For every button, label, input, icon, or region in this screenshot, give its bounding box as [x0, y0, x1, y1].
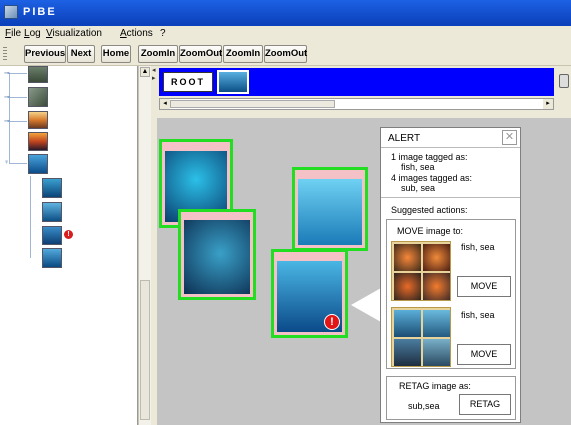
tree-node-thumbnail[interactable]: [28, 87, 48, 107]
alert-badge-icon[interactable]: !: [324, 314, 340, 330]
navigator-hscrollbar[interactable]: ◂ ▸: [159, 98, 554, 110]
image-card[interactable]: [178, 209, 256, 300]
previous-button[interactable]: Previous: [24, 45, 66, 63]
summary-tags-1: fish, sea: [401, 162, 435, 172]
divider: [381, 197, 520, 198]
move-button[interactable]: MOVE: [457, 276, 511, 297]
tree-connector: [9, 73, 27, 74]
collapse-left-icon[interactable]: ◂: [152, 67, 156, 74]
menu-visualization[interactable]: Visualization: [46, 28, 102, 39]
breadcrumb-strip: ROOT: [159, 68, 554, 96]
image-card[interactable]: [292, 167, 368, 251]
root-tab[interactable]: ROOT: [163, 72, 213, 92]
tree-connector: [9, 97, 27, 98]
trash-icon[interactable]: [559, 74, 569, 88]
tree-node-thumbnail[interactable]: [42, 248, 62, 268]
menu-log[interactable]: Log: [24, 28, 41, 39]
scroll-right-icon[interactable]: ▸: [543, 99, 553, 109]
move-section: MOVE image to: fish, sea MOVE fish, sea …: [386, 219, 516, 369]
move-label: MOVE image to:: [397, 226, 464, 236]
tree-node-thumbnail[interactable]: [28, 154, 48, 174]
tree-node-thumbnail[interactable]: [42, 178, 62, 198]
alert-dialog: ALERT ✕ 1 image tagged as: fish, sea 4 i…: [380, 127, 521, 423]
fish-sea-cluster-thumbnail[interactable]: [391, 241, 451, 301]
tree-scroll-thumb[interactable]: [140, 280, 150, 420]
tree-toggle-icon[interactable]: ⊸: [4, 117, 10, 125]
zoom-in-button-2[interactable]: ZoomIn: [223, 45, 263, 63]
home-button[interactable]: Home: [101, 45, 131, 63]
menu-file[interactable]: File: [5, 28, 21, 39]
toolbar: Previous Next Home ZoomIn ZoomOut ZoomIn…: [0, 42, 571, 66]
tree-toggle-icon[interactable]: ♀: [4, 159, 9, 166]
zoom-in-button[interactable]: ZoomIn: [138, 45, 178, 63]
trash-panel: [556, 66, 571, 118]
navigator-hscroll-thumb[interactable]: [170, 100, 335, 108]
tree-node-thumbnail[interactable]: [28, 66, 48, 83]
fish-sea-cluster-thumbnail[interactable]: [391, 307, 451, 367]
retag-value: sub,sea: [408, 401, 440, 411]
alert-pointer: [351, 288, 381, 322]
collapse-right-icon[interactable]: ▸: [152, 75, 156, 82]
tree-scrollbar[interactable]: ▲: [138, 66, 151, 425]
zoom-out-button[interactable]: ZoomOut: [179, 45, 222, 63]
next-button[interactable]: Next: [67, 45, 95, 63]
tree-toggle-icon[interactable]: ⊸: [4, 93, 10, 101]
summary-line-2: 4 images tagged as:: [391, 173, 473, 183]
tree-connector: [30, 176, 31, 258]
tree-node-thumbnail[interactable]: [42, 202, 62, 222]
image-card-alerted[interactable]: !: [271, 249, 348, 338]
menu-bar: File Log Visualization Actions ?: [0, 26, 571, 42]
navigator-panel: ROOT ◂ ▸: [157, 66, 556, 118]
tree-toggle-icon[interactable]: ⊸: [4, 69, 10, 77]
suggested-actions-label: Suggested actions:: [391, 205, 468, 215]
diver-photo: [298, 179, 362, 245]
title-bar: PIBE: [0, 0, 571, 26]
window-title: PIBE: [23, 6, 57, 18]
move-button[interactable]: MOVE: [457, 344, 511, 365]
tree-node-thumbnail[interactable]: [42, 226, 62, 245]
retag-button[interactable]: RETAG: [459, 394, 511, 415]
tree-connector: [9, 121, 27, 122]
tree-node-thumbnail[interactable]: [28, 132, 48, 151]
alert-title: ALERT: [388, 133, 421, 144]
menu-help[interactable]: ?: [160, 28, 166, 39]
breadcrumb-thumbnail[interactable]: [217, 70, 249, 94]
retag-section: RETAG image as: sub,sea RETAG: [386, 376, 516, 420]
retag-label: RETAG image as:: [399, 381, 471, 391]
alert-badge-icon[interactable]: !: [64, 230, 73, 239]
scroll-left-icon[interactable]: ◂: [160, 99, 170, 109]
image-tree: ⊸ ⊸ ⊸ ♀ !: [0, 66, 138, 425]
app-icon: [4, 5, 18, 19]
diver-photo: [184, 220, 250, 294]
toolbar-grip[interactable]: [3, 47, 7, 61]
summary-tags-2: sub, sea: [401, 183, 436, 193]
move-option-tags: fish, sea: [461, 242, 495, 252]
close-icon[interactable]: ✕: [502, 130, 517, 145]
move-option-tags: fish, sea: [461, 310, 495, 320]
tree-node-thumbnail[interactable]: [28, 111, 48, 129]
tree-connector: [9, 163, 27, 164]
divider: [381, 147, 520, 148]
summary-line-1: 1 image tagged as:: [391, 152, 468, 162]
menu-actions[interactable]: Actions: [120, 28, 153, 39]
scroll-up-icon[interactable]: ▲: [140, 67, 150, 77]
zoom-out-button-2[interactable]: ZoomOut: [264, 45, 307, 63]
